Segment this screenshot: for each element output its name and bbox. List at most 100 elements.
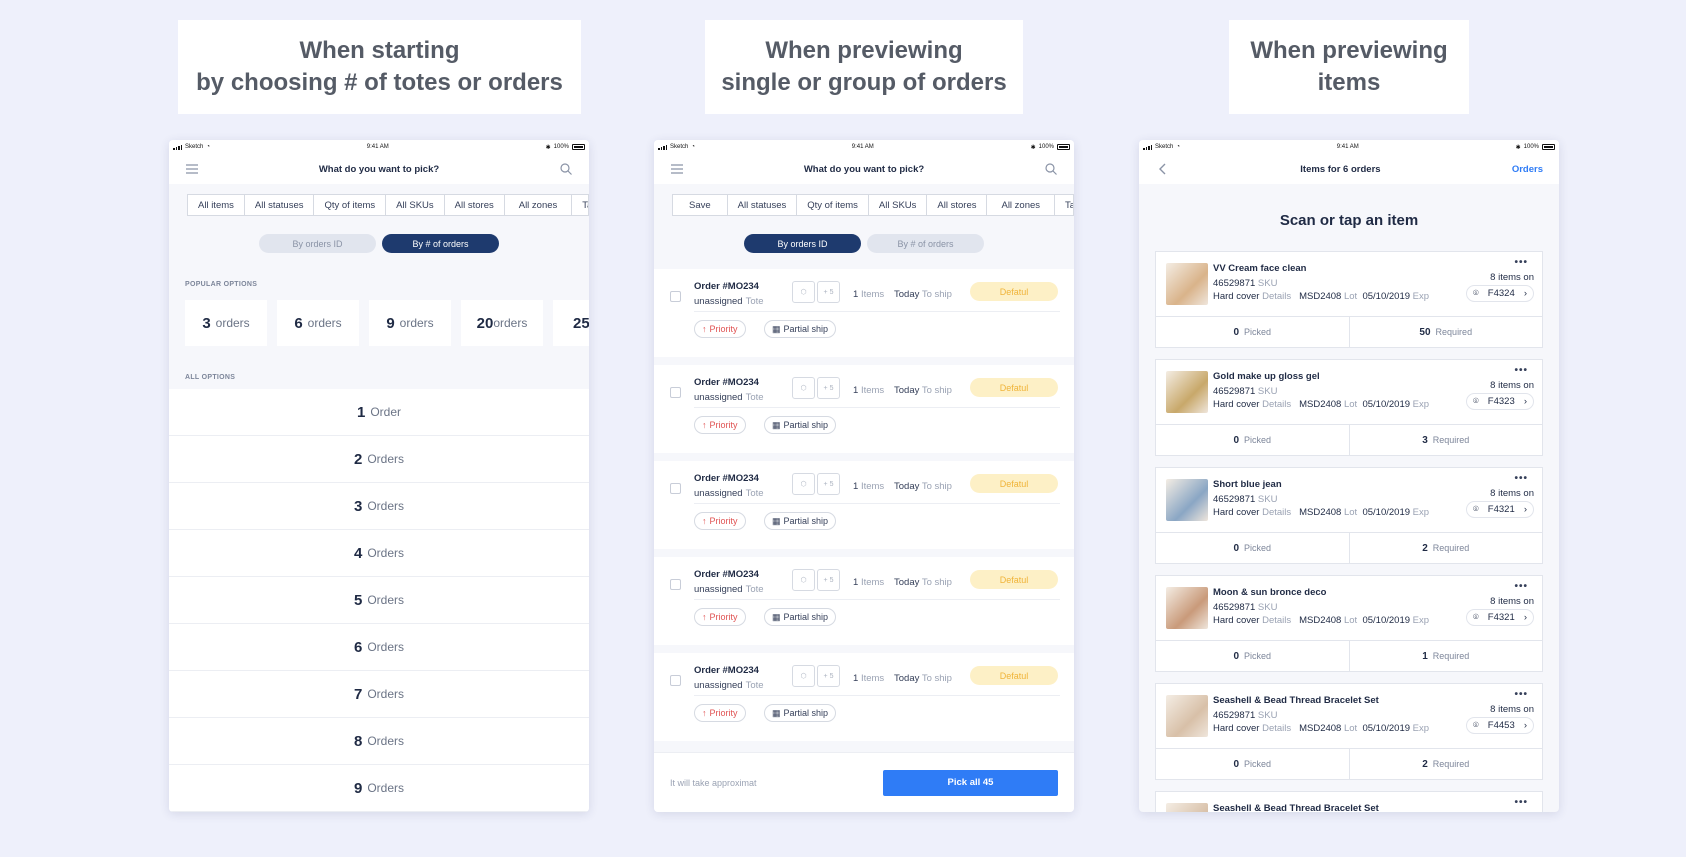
back-chevron-icon[interactable] — [1155, 162, 1169, 176]
item-details: Hard cover Details MSD2408 Lot 05/10/201… — [1213, 399, 1430, 410]
popular-options-label: POPULAR OPTIONS — [185, 281, 258, 288]
menu-icon[interactable] — [185, 162, 199, 176]
status-bar: Sketch ◔ 9:41 AM ✱ 100% — [169, 140, 589, 154]
filter-all-zones[interactable]: All zones — [987, 195, 1056, 215]
list-item[interactable]: 4 Orders — [169, 530, 589, 577]
search-icon[interactable] — [1044, 162, 1058, 176]
toggle-by-number-of-orders[interactable]: By # of orders — [382, 234, 499, 253]
item-name: Short blue jean — [1213, 479, 1282, 490]
option-number: 7 — [353, 685, 363, 703]
battery-percent: 100% — [553, 144, 569, 150]
more-icon[interactable]: ••• — [1514, 581, 1528, 592]
list-item[interactable]: 3 Orders — [169, 483, 589, 530]
list-item[interactable]: 2 Orders — [169, 436, 589, 483]
toggle-by-orders-id[interactable]: By orders ID — [744, 234, 861, 253]
more-icon[interactable]: ••• — [1514, 797, 1528, 808]
item-counts: 0 Picked 2 Required — [1156, 532, 1542, 563]
order-card[interactable]: Order #MO234 unassigned Tote ⬡ + 5 1 Items… — [654, 365, 1074, 453]
arrow-up-icon: ↑ — [702, 324, 707, 334]
filter-qty-items[interactable]: Qty of items — [797, 195, 869, 215]
item-card[interactable]: Seashell & Bead Thread Bracelet Set ••• 46… — [1155, 683, 1543, 780]
item-card[interactable]: Gold make up gloss gel ••• 46529871 SKU Har… — [1155, 359, 1543, 456]
list-item[interactable]: 8 Orders — [169, 718, 589, 765]
assignee-value: unassigned — [694, 584, 743, 595]
list-item[interactable]: 6 Orders — [169, 624, 589, 671]
location-chip[interactable]: ⌾ F4324 › — [1466, 285, 1534, 302]
product-thumbnail — [1166, 803, 1208, 812]
pick-all-button[interactable]: Pick all 45 — [883, 769, 1058, 796]
wifi-icon: ◔ — [1176, 144, 1180, 150]
popular-option[interactable]: 6 orders — [277, 300, 359, 346]
order-checkbox[interactable] — [670, 291, 681, 302]
location-chip[interactable]: ⌾ F4323 › — [1466, 393, 1534, 410]
order-card[interactable]: Order #MO234 unassigned Tote ⬡ + 5 1 Items… — [654, 653, 1074, 741]
popular-option[interactable]: 3 orders — [185, 300, 267, 346]
product-thumbnail — [1166, 479, 1208, 521]
item-card[interactable]: VV Cream face clean ••• 46529871 SKU Hard c… — [1155, 251, 1543, 348]
tote-icon: ⬡ — [792, 281, 815, 303]
filter-all-zones[interactable]: All zones — [505, 195, 573, 215]
filter-bar: All items All statuses Qty of items All … — [187, 194, 589, 216]
product-thumbnail — [1166, 371, 1208, 413]
order-card[interactable]: Order #MO234 unassigned Tote ⬡ + 5 1 Items… — [654, 461, 1074, 549]
filter-all-skus[interactable]: All SKUs — [869, 195, 928, 215]
filter-qty-items[interactable]: Qty of items — [314, 195, 387, 215]
toggle-by-orders-id[interactable]: By orders ID — [259, 234, 376, 253]
orders-link[interactable]: Orders — [1512, 164, 1543, 175]
order-card[interactable]: Order #MO234 unassigned Tote ⬡ + 5 1 Items… — [654, 269, 1074, 357]
tote-icon: ⬡ — [792, 569, 815, 591]
location-code: F4453 — [1487, 720, 1515, 731]
filter-tags[interactable]: Tags — [1055, 195, 1073, 215]
list-item[interactable]: 9 Orders — [169, 765, 589, 812]
filter-all-items[interactable]: All items — [188, 195, 245, 215]
filter-all-statuses[interactable]: All statuses — [728, 195, 798, 215]
product-thumbnail — [1166, 263, 1208, 305]
list-item[interactable]: 5 Orders — [169, 577, 589, 624]
popular-option[interactable]: 9 orders — [369, 300, 451, 346]
popular-option[interactable]: 20 orders — [461, 300, 543, 346]
required-count: 3 Required — [1422, 434, 1470, 446]
filter-all-stores[interactable]: All stores — [927, 195, 988, 215]
list-item[interactable]: 1 Order — [169, 389, 589, 436]
required-count: 1 Required — [1422, 650, 1470, 662]
option-number: 2 — [353, 450, 363, 468]
filter-save[interactable]: Save — [673, 195, 728, 215]
tote-slots: ⬡ + 5 — [792, 377, 842, 399]
filter-all-statuses[interactable]: All statuses — [245, 195, 315, 215]
building-icon: ▦ — [772, 323, 781, 334]
location-chip[interactable]: ⌾ F4321 › — [1466, 501, 1534, 518]
item-card[interactable]: Short blue jean ••• 46529871 SKU Hard cover… — [1155, 467, 1543, 564]
location-chip[interactable]: ⌾ F4321 › — [1466, 609, 1534, 626]
option-number: 6 — [353, 638, 363, 656]
more-icon[interactable]: ••• — [1514, 689, 1528, 700]
menu-icon[interactable] — [670, 162, 684, 176]
order-card[interactable]: Order #MO234 unassigned Tote ⬡ + 5 1 Items… — [654, 557, 1074, 645]
option-number: 5 — [353, 591, 363, 609]
order-checkbox[interactable] — [670, 675, 681, 686]
filter-tags[interactable]: Tags — [572, 195, 588, 215]
more-icon[interactable]: ••• — [1514, 473, 1528, 484]
order-assignee: unassigned Tote — [694, 680, 764, 691]
order-checkbox[interactable] — [670, 387, 681, 398]
toggle-by-number-of-orders[interactable]: By # of orders — [867, 234, 984, 253]
filter-all-stores[interactable]: All stores — [445, 195, 505, 215]
filter-all-skus[interactable]: All SKUs — [386, 195, 445, 215]
more-icon[interactable]: ••• — [1514, 365, 1528, 376]
picked-count: 0 Picked — [1156, 425, 1350, 455]
option-unit: Orders — [367, 593, 405, 607]
location-chip[interactable]: ⌾ F4453 › — [1466, 717, 1534, 734]
item-card[interactable]: Moon & sun bronce deco ••• 46529871 SKU Har… — [1155, 575, 1543, 672]
popular-option[interactable]: 25 — [553, 300, 589, 346]
option-number: 8 — [353, 732, 363, 750]
more-icon[interactable]: ••• — [1514, 257, 1528, 268]
list-item[interactable]: 7 Orders — [169, 671, 589, 718]
scan-heading: Scan or tap an item — [1279, 212, 1419, 229]
order-checkbox[interactable] — [670, 483, 681, 494]
option-unit: Orders — [367, 781, 405, 795]
order-checkbox[interactable] — [670, 579, 681, 590]
tote-icon: ⬡ — [792, 473, 815, 495]
search-icon[interactable] — [559, 162, 573, 176]
item-card[interactable]: Seashell & Bead Thread Bracelet Set ••• — [1155, 791, 1543, 812]
device-screen-1: Sketch ◔ 9:41 AM ✱ 100% What do you want t… — [169, 140, 589, 812]
order-items-count: 1 Items — [853, 289, 885, 300]
